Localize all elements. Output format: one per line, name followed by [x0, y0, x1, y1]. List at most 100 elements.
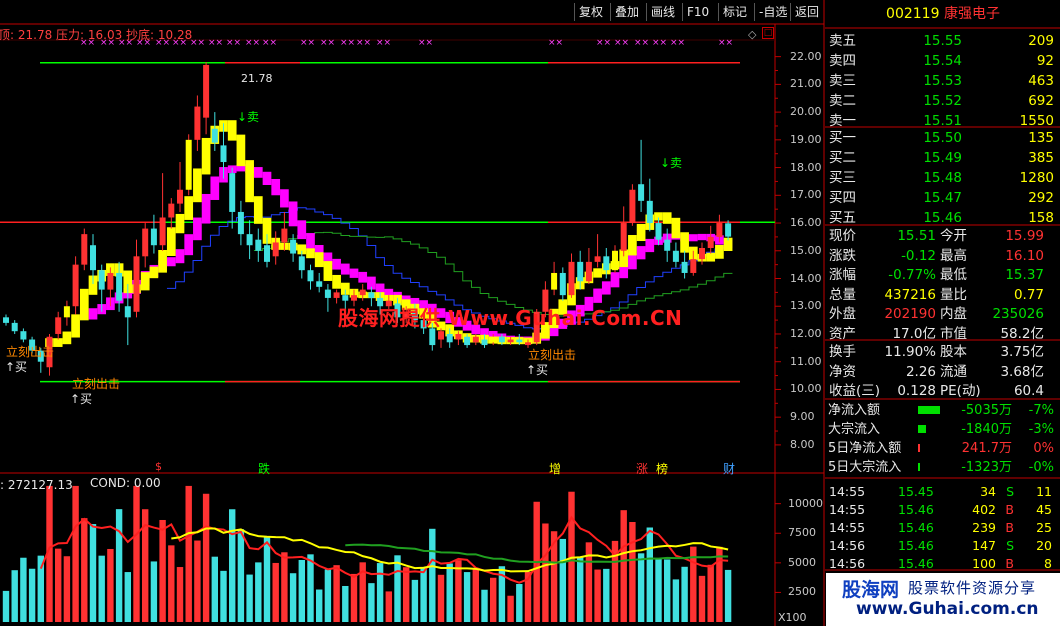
ma-magenta-band — [340, 263, 350, 275]
ma-yellow-band — [175, 213, 185, 234]
back-button[interactable]: 返回 — [790, 3, 823, 21]
stat-label: 净资 — [829, 363, 856, 380]
volume-tick-label: 5000 — [788, 555, 816, 569]
tick-count: 11 — [1036, 484, 1052, 499]
tick-count: 8 — [1044, 556, 1052, 571]
ma-magenta-band — [645, 238, 655, 253]
volume-bar — [133, 485, 140, 622]
ask-label: 卖二 — [829, 93, 856, 109]
ma-yellow-band — [201, 137, 211, 175]
info-marker[interactable]: $ — [155, 460, 162, 473]
volume-bar — [263, 536, 271, 622]
candle-body — [324, 289, 331, 298]
signal-marker: ×× — [245, 38, 260, 48]
quote-panel: 002119 康强电子 卖五 15.55 209 卖四 15.54 92 卖三 15.53 46… — [826, 0, 1060, 626]
stat-label: 内盘 — [940, 306, 967, 322]
bid-label: 买五 — [829, 210, 856, 226]
candle-body — [142, 228, 149, 257]
info-marker[interactable]: 榜 — [656, 460, 668, 477]
info-marker[interactable]: 财 — [723, 460, 735, 477]
candle-body — [203, 64, 210, 118]
volume-bar — [542, 523, 549, 622]
tick-side: B — [1005, 502, 1014, 517]
info-marker[interactable]: 跌 — [258, 460, 270, 477]
stat-value: 0.128 — [897, 383, 936, 399]
close-icon[interactable]: □ — [762, 27, 774, 39]
ask-row[interactable]: 卖四 15.54 92 — [826, 51, 1058, 71]
stat-value: 15.51 — [897, 228, 936, 244]
candle-body — [490, 336, 497, 343]
overlay-button[interactable]: 叠加 — [610, 3, 643, 21]
candle-body — [133, 256, 140, 312]
tick-price: 15.46 — [898, 520, 934, 535]
tick-count: 20 — [1036, 538, 1052, 553]
candle-body — [481, 339, 488, 346]
stat-row: 净资 2.26 流通 3.68亿 — [826, 362, 1058, 382]
stat-label: 量比 — [940, 286, 967, 303]
stat-value: 0.77 — [1013, 286, 1044, 303]
ma-yellow-band — [184, 196, 194, 220]
stat-value: -0.77% — [888, 267, 936, 283]
buy-signal: ↑买 — [70, 392, 93, 406]
volume-bar — [176, 567, 184, 622]
ask-row[interactable]: 卖三 15.53 463 — [826, 71, 1058, 91]
ma-magenta-band — [358, 271, 368, 283]
signal-marker: ×× — [300, 38, 315, 48]
tick-row: 14:55 15.45 34 S 11 — [826, 483, 1058, 500]
candle-body — [220, 145, 227, 163]
flow-value: -5035万 — [961, 403, 1012, 418]
ma-magenta-band — [610, 272, 620, 288]
toolbar: 复权 叠加 画线 F10 标记 -自选 返回 — [572, 0, 824, 24]
volume-tick-label: 10000 — [788, 496, 823, 510]
info-marker[interactable]: 涨 — [636, 460, 648, 477]
flow-value: -1323万 — [961, 460, 1012, 475]
ma-magenta-band — [688, 234, 698, 242]
volume-bar — [220, 570, 227, 622]
candle-body — [351, 295, 357, 301]
remove-favorite-button[interactable]: -自选 — [754, 3, 791, 21]
volume-bar — [672, 579, 680, 622]
flow-percent: -0% — [1028, 460, 1054, 475]
bid-row[interactable]: 买一 15.50 135 — [826, 128, 1058, 148]
price-tick-label: 18.00 — [790, 160, 822, 174]
candle-body — [264, 245, 270, 262]
bid-volume: 385 — [1028, 150, 1054, 166]
volume-bar — [20, 557, 27, 622]
ma-magenta-band — [210, 176, 220, 200]
ma-magenta-band — [697, 233, 707, 241]
f10-button[interactable]: F10 — [682, 3, 713, 21]
volume-bar — [646, 527, 653, 622]
tick-row: 14:56 15.46 100 B 8 — [826, 555, 1058, 572]
flow-row: 5日净流入额 241.7万 0% — [826, 439, 1058, 458]
ma-magenta-band — [166, 257, 176, 267]
bid-row[interactable]: 买四 15.47 292 — [826, 188, 1058, 208]
bid-row[interactable]: 买三 15.48 1280 — [826, 168, 1058, 188]
ma-yellow-band — [71, 314, 80, 338]
candle-body — [620, 223, 627, 251]
collapse-icon[interactable]: ◇ — [748, 28, 756, 41]
ma-magenta-band — [175, 249, 185, 264]
draw-line-button[interactable]: 画线 — [646, 3, 679, 21]
ma-magenta-band — [271, 178, 281, 196]
restore-rights-button[interactable]: 复权 — [574, 3, 607, 21]
flow-bar — [918, 444, 920, 452]
ask-price: 15.53 — [923, 73, 962, 89]
bid-row[interactable]: 买五 15.46 158 — [826, 208, 1058, 228]
ask-row[interactable]: 卖五 15.55 209 — [826, 31, 1058, 51]
info-marker[interactable]: 增 — [549, 460, 561, 477]
ask-row[interactable]: 卖二 15.52 692 — [826, 91, 1058, 111]
mark-button[interactable]: 标记 — [718, 3, 751, 21]
bid-label: 买三 — [829, 170, 856, 186]
ma-magenta-band — [636, 246, 646, 260]
tick-time: 14:55 — [829, 502, 866, 517]
bid-row[interactable]: 买二 15.49 385 — [826, 148, 1058, 168]
tick-volume: 100 — [972, 556, 996, 571]
volume-bar — [481, 589, 488, 622]
candle-body — [81, 234, 88, 265]
candle-body — [90, 245, 96, 271]
stat-value: 3.68亿 — [1000, 363, 1044, 380]
volume-bar — [490, 577, 497, 622]
stat-label: 股本 — [940, 344, 967, 360]
volume-bar — [403, 567, 410, 622]
stat-label: 现价 — [829, 228, 856, 244]
